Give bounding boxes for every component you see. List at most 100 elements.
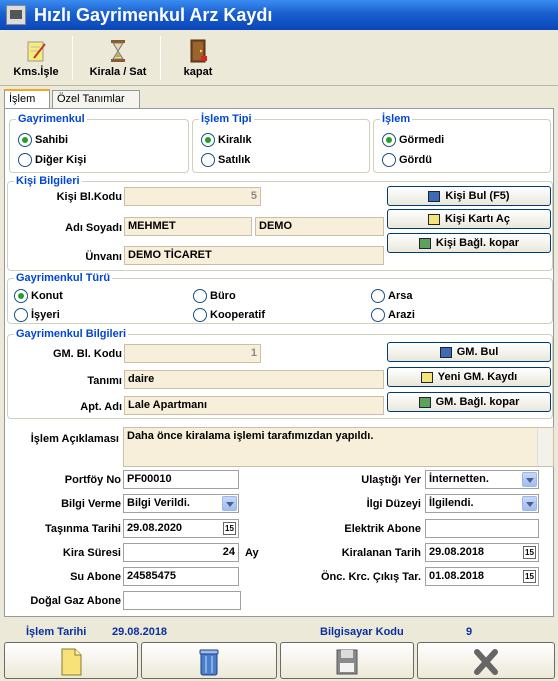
- calendar-icon[interactable]: 15: [523, 546, 536, 559]
- elektrik-label: Elektrik Abone: [344, 523, 421, 535]
- toolbar: Kms.İşle Kirala / Sat kapat: [0, 32, 558, 86]
- kms-isle-label: Kms.İşle: [13, 66, 59, 78]
- ad-field[interactable]: MEHMET: [124, 217, 252, 236]
- aciklama-label: İşlem Açıklaması: [30, 433, 119, 445]
- ilgi-label: İlgi Düzeyi: [366, 498, 421, 510]
- tanimi-field[interactable]: daire: [124, 370, 384, 389]
- elektrik-field[interactable]: [425, 519, 539, 538]
- aciklama-textarea[interactable]: Daha önce kiralama işlemi tarafımızdan y…: [123, 427, 554, 467]
- tab-islem[interactable]: İşlem: [4, 89, 50, 109]
- dogalgaz-field[interactable]: [123, 591, 241, 610]
- hourglass-icon: [111, 40, 125, 62]
- bilgi-verme-value: Bilgi Verildi.: [127, 497, 190, 509]
- apt-adi-field[interactable]: Lale Apartmanı: [124, 396, 384, 415]
- gm-bul-label: GM. Bul: [456, 346, 499, 358]
- ilgi-select[interactable]: İlgilendi.: [425, 494, 539, 513]
- gayrimenkul-bilgileri-group: Gayrimenkul Bilgileri GM. Bl. Kodu 1 Tan…: [7, 328, 553, 419]
- soyad-field[interactable]: DEMO: [255, 217, 384, 236]
- radio-konut[interactable]: Konut: [14, 289, 63, 303]
- radio-arazi[interactable]: Arazi: [371, 308, 415, 322]
- kira-suresi-label: Kira Süresi: [62, 547, 121, 559]
- chevron-down-icon[interactable]: [522, 496, 537, 511]
- kisi-kodu-field[interactable]: 5: [124, 187, 261, 206]
- gm-kodu-field[interactable]: 1: [124, 344, 261, 363]
- ulastigi-value: İnternetten.: [429, 473, 489, 485]
- kiralanan-label: Kiralanan Tarih: [341, 547, 421, 559]
- cikis-date-field[interactable]: 01.08.2018 15: [425, 567, 539, 586]
- su-abone-label: Su Abone: [70, 571, 121, 583]
- radio-diger-kisi[interactable]: Diğer Kişi: [18, 153, 86, 167]
- gm-bagl-kopar-button[interactable]: GM. Bağl. kopar: [387, 392, 551, 412]
- card-edit-icon: [427, 213, 440, 225]
- gm-kopar-label: GM. Bağl. kopar: [435, 396, 520, 408]
- kira-unit-label: Ay: [245, 547, 259, 559]
- gayrimenkul-group-title: Gayrimenkul: [16, 113, 87, 125]
- kira-suresi-field[interactable]: 24: [123, 543, 239, 562]
- yeni-gm-label: Yeni GM. Kaydı: [437, 371, 518, 383]
- ulastigi-label: Ulaştığı Yer: [361, 474, 421, 486]
- bilgisayar-kodu-value: 9: [466, 626, 473, 638]
- search-icon: [428, 190, 441, 202]
- radio-buro[interactable]: Büro: [193, 289, 236, 303]
- cikis-label: Önc. Krc. Çıkış Tar.: [320, 571, 421, 583]
- delete-button[interactable]: [141, 642, 277, 679]
- islem-tarihi-value: 29.08.2018: [112, 626, 168, 638]
- kisi-karti-ac-button[interactable]: Kişi Kartı Aç: [387, 209, 551, 229]
- kisi-bagl-kopar-button[interactable]: Kişi Bağl. kopar: [387, 233, 551, 253]
- islem-tipi-group-title: İşlem Tipi: [199, 113, 254, 125]
- kisi-bul-button[interactable]: Kişi Bul (F5): [387, 186, 551, 206]
- calendar-icon[interactable]: 15: [223, 522, 236, 535]
- unvan-label: Ünvanı: [85, 251, 122, 263]
- app-window: Hızlı Gayrimenkul Arz Kaydı Kms.İşle Kir…: [0, 0, 558, 681]
- kiralanan-value: 29.08.2018: [429, 546, 485, 558]
- portfoy-label: Portföy No: [64, 474, 121, 486]
- scrollbar[interactable]: [537, 429, 552, 466]
- door-exit-icon: [190, 39, 207, 63]
- tab-ozel-tanimlar[interactable]: Özel Tanımlar: [52, 90, 140, 108]
- islem-group: İşlem Görmedi Gördü: [373, 113, 551, 173]
- calendar-icon[interactable]: 15: [523, 570, 536, 583]
- window-app-icon: [6, 5, 26, 25]
- bilgi-verme-label: Bilgi Verme: [61, 498, 121, 510]
- kisi-bul-label: Kişi Bul (F5): [445, 190, 510, 202]
- kms-isle-button[interactable]: Kms.İşle: [4, 34, 68, 84]
- su-abone-field[interactable]: 24585475: [123, 567, 239, 586]
- gm-bul-button[interactable]: GM. Bul: [387, 342, 551, 362]
- new-button[interactable]: [4, 642, 138, 679]
- close-button[interactable]: [417, 642, 555, 679]
- gm-kodu-label: GM. Bl. Kodu: [52, 348, 122, 360]
- radio-kiralik[interactable]: Kiralık: [201, 133, 252, 147]
- window-title: Hızlı Gayrimenkul Arz Kaydı: [34, 5, 273, 25]
- radio-arsa[interactable]: Arsa: [371, 289, 412, 303]
- radio-kooperatif[interactable]: Kooperatif: [193, 308, 265, 322]
- toolbar-separator: [160, 36, 161, 80]
- unvan-field[interactable]: DEMO TİCARET: [124, 246, 384, 265]
- kapat-button[interactable]: kapat: [168, 34, 228, 84]
- radio-isyeri[interactable]: İşyeri: [14, 308, 60, 322]
- adi-soyadi-label: Adı Soyadı: [65, 222, 122, 234]
- unlink-icon: [418, 237, 431, 249]
- bilgi-verme-select[interactable]: Bilgi Verildi.: [123, 494, 239, 513]
- yeni-gm-kaydi-button[interactable]: Yeni GM. Kaydı: [387, 367, 551, 387]
- chevron-down-icon[interactable]: [522, 472, 537, 487]
- radio-gormedi[interactable]: Görmedi: [382, 133, 444, 147]
- tur-group-title: Gayrimenkul Türü: [14, 272, 113, 284]
- ilgi-value: İlgilendi.: [429, 497, 474, 509]
- kirala-sat-button[interactable]: Kirala / Sat: [78, 34, 158, 84]
- radio-satilik[interactable]: Satılık: [201, 153, 250, 167]
- title-bar: Hızlı Gayrimenkul Arz Kaydı: [0, 0, 558, 30]
- bottom-button-bar: [0, 640, 558, 681]
- tanimi-label: Tanımı: [87, 375, 122, 387]
- new-document-icon: [61, 648, 82, 676]
- kiralanan-date-field[interactable]: 29.08.2018 15: [425, 543, 539, 562]
- chevron-down-icon[interactable]: [222, 496, 237, 511]
- radio-sahibi[interactable]: Sahibi: [18, 133, 68, 147]
- aciklama-text: Daha önce kiralama işlemi tarafımızdan y…: [127, 430, 374, 442]
- radio-gordu[interactable]: Gördü: [382, 153, 432, 167]
- save-button[interactable]: [280, 642, 414, 679]
- portfoy-field[interactable]: PF00010: [123, 470, 239, 489]
- close-x-icon: [474, 649, 498, 675]
- tasinma-date-field[interactable]: 29.08.2020 15: [123, 519, 239, 538]
- save-disk-icon: [336, 649, 358, 675]
- ulastigi-select[interactable]: İnternetten.: [425, 470, 539, 489]
